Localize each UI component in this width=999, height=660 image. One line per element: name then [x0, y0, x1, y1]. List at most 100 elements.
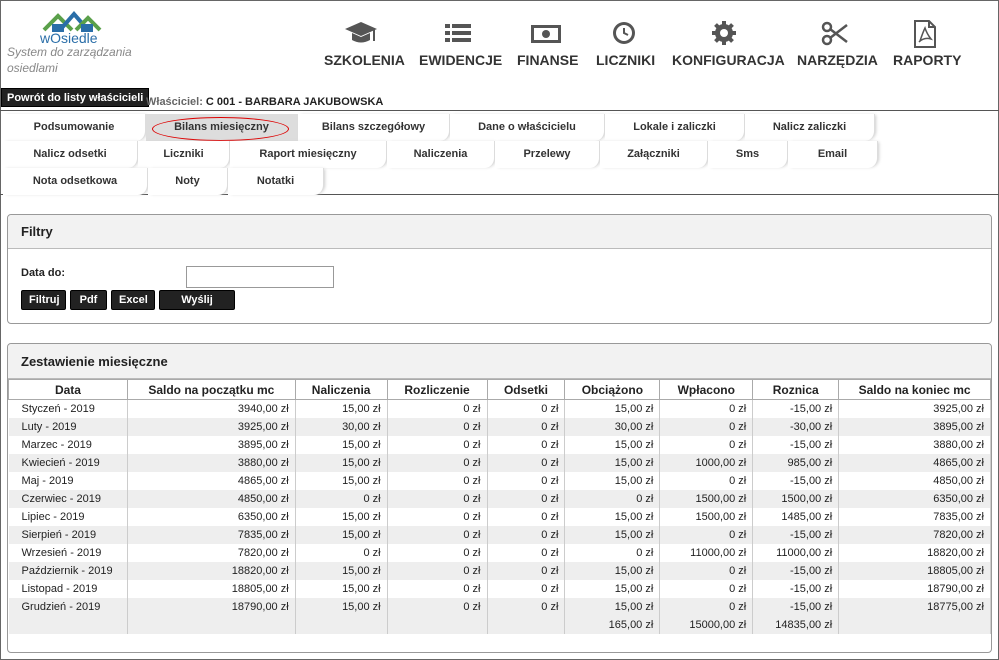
- table-cell: Marzec - 2019: [8, 435, 128, 454]
- table-cell: 0 zł: [487, 489, 566, 508]
- column-header[interactable]: Rozliczenie: [386, 379, 488, 400]
- table-cell: 0 zł: [387, 453, 488, 472]
- table-cell: 15,00 zł: [295, 507, 388, 526]
- table-cell: Luty - 2019: [8, 417, 128, 436]
- column-header[interactable]: Saldo na koniec mc: [838, 379, 991, 400]
- nav-liczniki[interactable]: LICZNIKI: [596, 20, 656, 68]
- nav-label: EWIDENCJE: [419, 52, 503, 68]
- table-cell: 3880,00 zł: [838, 435, 991, 454]
- filter-button[interactable]: Filtruj: [21, 290, 66, 310]
- table-cell: 0 zł: [659, 579, 754, 598]
- table-cell: 18820,00 zł: [838, 543, 991, 562]
- table-row: Listopad - 2019 18805,00 zł 15,00 zł 0 zł 0 …: [8, 579, 991, 598]
- tab-przelewy[interactable]: Przelewy: [495, 141, 600, 168]
- table-cell: Kwiecień - 2019: [8, 453, 128, 472]
- table-row: Marzec - 2019 3895,00 zł 15,00 zł 0 zł 0 zł 1…: [8, 435, 991, 454]
- table-cell: -15,00 zł: [752, 561, 840, 580]
- owner-tabs: Podsumowanie Bilans miesięczny Bilans sz…: [0, 111, 999, 195]
- table-cell: Maj - 2019: [8, 471, 128, 490]
- tab-label: Dane o właścicielu: [478, 121, 576, 133]
- owner-label: Właściciel:: [146, 96, 203, 108]
- tab-noty[interactable]: Noty: [148, 168, 228, 195]
- table-cell: 0 zł: [387, 543, 488, 562]
- scissors-icon: [821, 21, 848, 46]
- column-header[interactable]: Wpłacono: [659, 379, 754, 400]
- table-cell: 0 zł: [659, 417, 754, 436]
- tab-nalicz-odsetki[interactable]: Nalicz odsetki: [3, 141, 138, 168]
- tab-nota-odsetkowa[interactable]: Nota odsetkowa: [3, 168, 148, 195]
- table-cell: Grudzień - 2019: [8, 597, 128, 616]
- table-row: Lipiec - 2019 6350,00 zł 15,00 zł 0 zł 0 zł 1…: [8, 507, 991, 526]
- tab-label: Bilans szczegółowy: [321, 121, 426, 133]
- tab-bilans-szczegolowy[interactable]: Bilans szczegółowy: [298, 114, 450, 141]
- table-cell: 15,00 zł: [564, 561, 661, 580]
- nav-narzedzia[interactable]: NARZĘDZIA: [797, 20, 878, 68]
- nav-finanse[interactable]: FINANSE: [517, 20, 578, 68]
- table-cell: 18790,00 zł: [838, 579, 991, 598]
- tab-sms[interactable]: Sms: [708, 141, 788, 168]
- table-cell: 18790,00 zł: [127, 597, 296, 616]
- column-header[interactable]: Obciążono: [564, 379, 661, 400]
- tab-nalicz-zaliczki[interactable]: Nalicz zaliczki: [745, 114, 875, 141]
- tab-label: Liczniki: [163, 148, 204, 160]
- column-header[interactable]: Odsetki: [486, 379, 566, 400]
- table-cell: 0 zł: [487, 561, 566, 580]
- column-header[interactable]: Saldo na początku mc: [126, 379, 296, 400]
- table-cell: 15,00 zł: [564, 579, 661, 598]
- tab-lokale-i-zaliczki[interactable]: Lokale i zaliczki: [605, 114, 745, 141]
- table-cell: Lipiec - 2019: [8, 507, 128, 526]
- nav-label: LICZNIKI: [596, 52, 656, 68]
- column-header[interactable]: Naliczenia: [294, 379, 388, 400]
- tab-dane-o-wlascicielu[interactable]: Dane o właścicielu: [450, 114, 605, 141]
- table-cell: 0 zł: [487, 453, 566, 472]
- pdf-button[interactable]: Pdf: [70, 290, 107, 310]
- tab-podsumowanie[interactable]: Podsumowanie: [3, 114, 146, 141]
- table-cell: 3895,00 zł: [127, 435, 296, 454]
- table-cell: 1500,00 zł: [659, 507, 754, 526]
- table-header-row: Data Saldo na początku mc Naliczenia Roz…: [8, 379, 991, 400]
- table-cell: 11000,00 zł: [752, 543, 840, 562]
- table-cell: 1485,00 zł: [752, 507, 840, 526]
- table-row: Wrzesień - 2019 7820,00 zł 0 zł 0 zł 0 zł 0 z…: [8, 543, 991, 562]
- send-email-button[interactable]: Wyślij email: [159, 290, 235, 324]
- tab-email[interactable]: Email: [788, 141, 878, 168]
- table-cell: 0 zł: [387, 417, 488, 436]
- column-header[interactable]: Roznica: [752, 379, 840, 400]
- table-row: Luty - 2019 3925,00 zł 30,00 zł 0 zł 0 zł 30,…: [8, 417, 991, 436]
- tab-zalaczniki[interactable]: Załączniki: [600, 141, 708, 168]
- table-row: Grudzień - 2019 18790,00 zł 15,00 zł 0 zł 0 …: [8, 597, 991, 616]
- table-cell: 0 zł: [487, 543, 566, 562]
- tab-raport-miesieczny[interactable]: Raport miesięczny: [230, 141, 387, 168]
- tab-notatki[interactable]: Notatki: [228, 168, 324, 195]
- table-cell: [487, 615, 566, 634]
- tab-naliczenia[interactable]: Naliczenia: [387, 141, 495, 168]
- tab-bilans-miesieczny[interactable]: Bilans miesięczny: [146, 114, 298, 141]
- back-to-owners-button[interactable]: Powrót do listy właścicieli: [1, 88, 150, 107]
- table-cell: 15,00 zł: [564, 597, 661, 616]
- table-cell: 7820,00 zł: [127, 543, 296, 562]
- table-cell: 0 zł: [387, 597, 488, 616]
- table-cell: 0 zł: [487, 579, 566, 598]
- table-cell: Listopad - 2019: [8, 579, 128, 598]
- table-cell: 4850,00 zł: [127, 489, 296, 508]
- active-tab-highlight: [152, 117, 289, 141]
- tab-label: Nalicz zaliczki: [772, 121, 847, 133]
- nav-szkolenia[interactable]: SZKOLENIA: [324, 20, 405, 68]
- excel-button[interactable]: Excel: [111, 290, 155, 310]
- table-cell: 15,00 zł: [564, 435, 661, 454]
- table-cell: 15,00 zł: [295, 597, 388, 616]
- table-cell: [295, 615, 388, 634]
- tab-liczniki[interactable]: Liczniki: [138, 141, 230, 168]
- table-cell: 3880,00 zł: [127, 453, 296, 472]
- table-cell: 0 zł: [387, 507, 488, 526]
- nav-ewidencje[interactable]: EWIDENCJE: [419, 20, 503, 68]
- monthly-summary-panel: Zestawienie miesięczne Data Saldo na poc…: [7, 343, 992, 653]
- app-header: wOsiedle System do zarządzania osiedlami…: [0, 0, 999, 90]
- table-cell: -15,00 zł: [752, 579, 840, 598]
- nav-konfiguracja[interactable]: KONFIGURACJA: [672, 20, 785, 68]
- table-cell: 6350,00 zł: [838, 489, 991, 508]
- column-header[interactable]: Data: [8, 379, 128, 400]
- nav-raporty[interactable]: RAPORTY: [893, 20, 961, 68]
- date-to-input[interactable]: [186, 266, 334, 288]
- table-cell: Październik - 2019: [8, 561, 128, 580]
